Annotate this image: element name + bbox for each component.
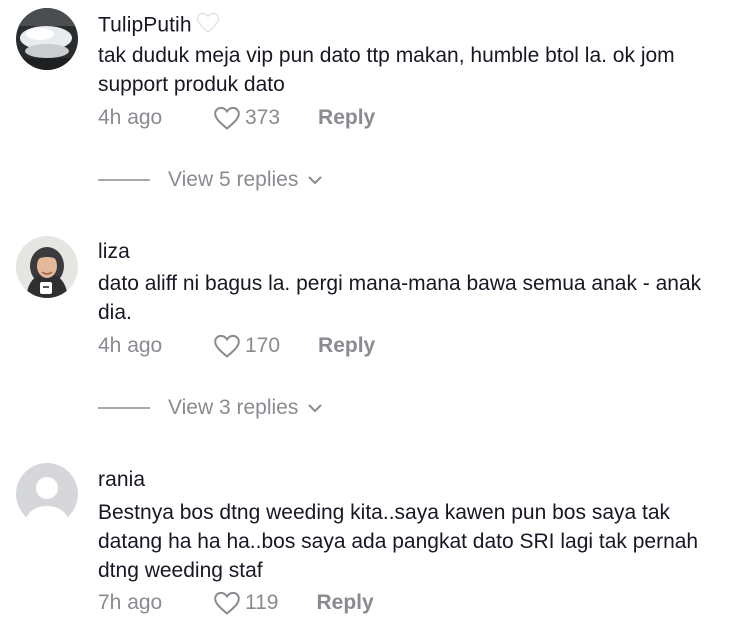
default-avatar-icon [16, 463, 78, 525]
view-replies-button[interactable]: View 5 replies [98, 165, 322, 195]
comment-text: tak duduk meja vip pun dato ttp makan, h… [98, 44, 675, 96]
username[interactable]: TulipPutih [98, 12, 220, 40]
comment-meta: 4h ago 373 Reply [98, 104, 375, 132]
username[interactable]: rania [98, 468, 145, 492]
reply-button[interactable]: Reply [316, 591, 373, 615]
comment-meta: 7h ago 119 Reply [98, 589, 374, 617]
avatar-image [16, 236, 78, 298]
white-heart-icon [196, 12, 220, 40]
chevron-down-icon [308, 176, 322, 184]
heart-outline-icon [214, 106, 240, 130]
timestamp: 4h ago [98, 106, 163, 129]
username[interactable]: liza [98, 240, 130, 264]
comment-text: dato aliff ni bagus la. pergi mana-mana … [98, 272, 702, 324]
reply-button[interactable]: Reply [318, 106, 375, 130]
comment-item: rania Bestnya bos dtng weeding kita..say… [0, 460, 748, 630]
view-replies-label: View 3 replies [168, 396, 299, 419]
view-replies-button[interactable]: View 3 replies [98, 393, 322, 423]
view-replies-label: View 5 replies [168, 168, 299, 191]
avatar[interactable] [16, 8, 78, 70]
avatar[interactable] [16, 463, 78, 525]
heart-outline-icon [214, 591, 240, 615]
heart-outline-icon [214, 334, 240, 358]
divider-line [98, 407, 150, 409]
like-button[interactable]: 170 [213, 334, 280, 359]
avatar-image [16, 8, 78, 70]
chevron-down-icon [308, 404, 322, 412]
timestamp: 4h ago [98, 334, 163, 357]
like-count: 119 [245, 591, 279, 614]
like-count: 373 [245, 106, 281, 129]
comment-meta: 4h ago 170 Reply [98, 332, 375, 360]
like-button[interactable]: 373 [213, 106, 280, 131]
avatar[interactable] [16, 236, 78, 298]
timestamp: 7h ago [98, 591, 163, 614]
comment-item: liza dato aliff ni bagus la. pergi mana-… [0, 230, 748, 430]
username-text: TulipPutih [98, 13, 192, 37]
divider-line [98, 179, 150, 181]
like-count: 170 [245, 334, 281, 357]
comment-text: Bestnya bos dtng weeding kita..saya kawe… [98, 501, 699, 582]
reply-button[interactable]: Reply [318, 334, 375, 358]
comment-item: TulipPutih tak duduk meja vip pun dato t… [0, 0, 748, 200]
like-button[interactable]: 119 [213, 591, 278, 616]
